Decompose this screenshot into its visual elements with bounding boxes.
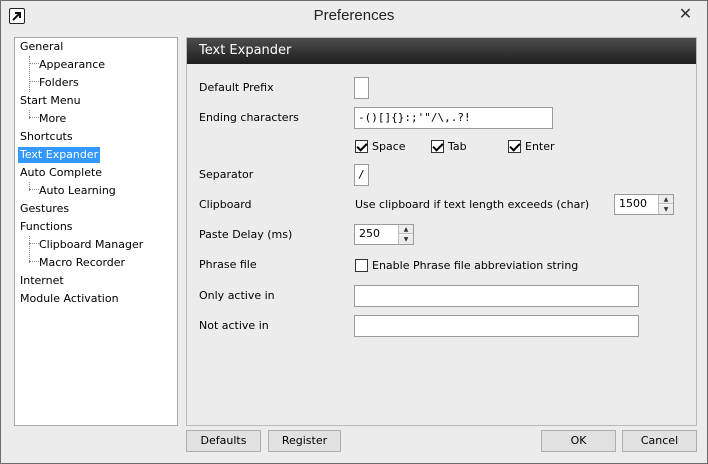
clipboard-text: Use clipboard if text length exceeds (ch… <box>355 198 590 211</box>
not-active-label: Not active in <box>199 319 269 332</box>
tab-label: Tab <box>448 139 467 153</box>
space-checkbox[interactable] <box>355 139 368 153</box>
phrase-file-label: Phrase file <box>199 258 257 271</box>
panel-header: Text Expander <box>187 38 696 64</box>
tree-item-gestures[interactable]: Gestures <box>18 201 71 217</box>
tree-item-shortcuts[interactable]: Shortcuts <box>18 129 75 145</box>
window-title: Preferences <box>313 7 395 24</box>
phrase-file-checkbox[interactable] <box>355 258 368 272</box>
clipboard-length-value: 1500 <box>619 197 647 210</box>
tree-item-auto-learning[interactable]: Auto Learning <box>37 183 118 199</box>
not-active-input[interactable] <box>354 315 639 337</box>
spin-up-icon[interactable]: ▲ <box>399 225 413 234</box>
enter-option[interactable]: Enter <box>508 138 555 154</box>
defaults-button[interactable]: Defaults <box>186 430 261 452</box>
tree-item-appearance[interactable]: Appearance <box>37 57 107 73</box>
category-tree[interactable]: General Appearance Folders Start Menu Mo… <box>14 37 178 426</box>
phrase-file-checkbox-label: Enable Phrase file abbreviation string <box>372 258 579 272</box>
tree-item-macro-recorder[interactable]: Macro Recorder <box>37 255 127 271</box>
default-prefix-label: Default Prefix <box>199 81 274 94</box>
preferences-window: Preferences ✕ General Appearance Folders… <box>0 0 708 464</box>
default-prefix-input[interactable] <box>354 77 369 99</box>
ending-characters-label: Ending characters <box>199 111 299 124</box>
tree-item-more[interactable]: More <box>37 111 68 127</box>
stepper-arrows: ▲ ▼ <box>398 225 413 244</box>
tree-item-general[interactable]: General <box>18 39 65 55</box>
tree-item-internet[interactable]: Internet <box>18 273 66 289</box>
only-active-input[interactable] <box>354 285 639 307</box>
clipboard-label: Clipboard <box>199 198 252 211</box>
tree-item-clipboard-manager[interactable]: Clipboard Manager <box>37 237 145 253</box>
tree-connector <box>29 56 30 92</box>
clipboard-length-stepper[interactable]: 1500 ▲ ▼ <box>614 194 674 215</box>
spin-up-icon[interactable]: ▲ <box>659 195 673 204</box>
tree-item-start-menu[interactable]: Start Menu <box>18 93 83 109</box>
paste-delay-label: Paste Delay (ms) <box>199 228 293 241</box>
tree-item-auto-complete[interactable]: Auto Complete <box>18 165 104 181</box>
phrase-file-option[interactable]: Enable Phrase file abbreviation string <box>355 257 578 273</box>
ok-button[interactable]: OK <box>541 430 616 452</box>
tab-option[interactable]: Tab <box>431 138 467 154</box>
register-button[interactable]: Register <box>268 430 341 452</box>
tree-item-text-expander[interactable]: Text Expander <box>18 147 101 163</box>
paste-delay-stepper[interactable]: 250 ▲ ▼ <box>354 224 414 245</box>
ending-characters-input[interactable]: -()[]{}:;'"/\,.?! <box>354 107 553 129</box>
settings-panel: Text Expander Default Prefix Ending char… <box>186 37 697 426</box>
spin-down-icon[interactable]: ▼ <box>399 235 413 244</box>
tree-item-module-activation[interactable]: Module Activation <box>18 291 121 307</box>
tree-item-functions[interactable]: Functions <box>18 219 75 235</box>
tab-checkbox[interactable] <box>431 139 444 153</box>
only-active-label: Only active in <box>199 289 275 302</box>
space-option[interactable]: Space <box>355 138 406 154</box>
close-button[interactable]: ✕ <box>669 4 702 24</box>
space-label: Space <box>372 139 406 153</box>
separator-label: Separator <box>199 168 254 181</box>
separator-input[interactable]: / <box>354 164 369 186</box>
tree-item-folders[interactable]: Folders <box>37 75 81 91</box>
tree-connector <box>29 236 30 263</box>
enter-checkbox[interactable] <box>508 139 521 153</box>
stepper-arrows: ▲ ▼ <box>658 195 673 214</box>
title-bar: Preferences ✕ <box>1 1 707 31</box>
paste-delay-value: 250 <box>359 227 380 240</box>
cancel-button[interactable]: Cancel <box>622 430 697 452</box>
spin-down-icon[interactable]: ▼ <box>659 205 673 214</box>
enter-label: Enter <box>525 139 555 153</box>
